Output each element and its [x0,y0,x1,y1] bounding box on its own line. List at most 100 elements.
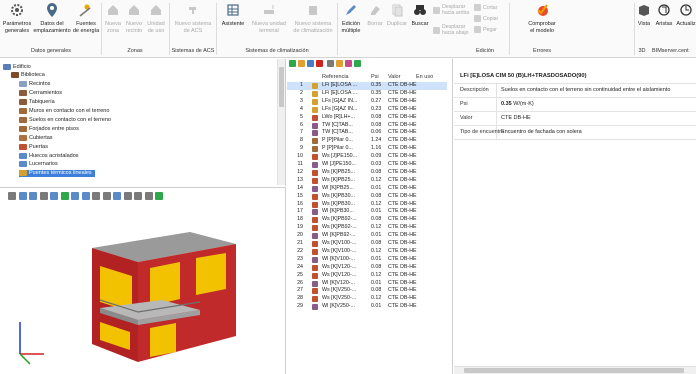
table-row[interactable]: 14 WI [K]PB25... 0.01 CTE DB-HE [287,185,447,193]
tree-item[interactable]: Cubiertas [19,134,53,141]
table-row[interactable]: 13 Ws [K]PB25... 0.12 CTE DB-HE [287,177,447,185]
table-row[interactable]: 22 Ws [K]V100-... 0.12 CTE DB-HE [287,248,447,256]
zoom-icon[interactable] [39,192,48,200]
table-row[interactable]: 11 WI [J]PE150... 0.03 CTE DB-HE [287,161,447,169]
desplazar-abajo-label: Desplazar hacia abajo [442,24,469,36]
tree-item[interactable]: Puentes térmicos lineales [19,169,95,177]
tree-item[interactable]: Lucernarios [19,161,58,168]
asistente-button[interactable]: Asistente [218,1,248,45]
rotate-icon[interactable] [29,192,37,200]
view-side-icon[interactable] [81,192,90,200]
table-row[interactable]: 16 Ws [K]PB30... 0.12 CTE DB-HE [287,201,447,209]
duplicar-button[interactable]: Duplicar [386,1,408,45]
export-icon[interactable] [345,60,352,67]
detail-value-valor[interactable]: CTE DB-HE [501,115,531,121]
detail-hscrollbar-thumb[interactable] [464,368,684,373]
table-row[interactable]: 2 LFi [E]LOSA ... 0.35 CTE DB-HE [287,90,447,98]
edit-icon[interactable] [298,60,305,67]
detail-value-psi[interactable]: 0.35 W/(m·K) [501,101,534,107]
detail-value-descripcion[interactable]: Suelos en contacto con el terreno sin co… [501,87,670,93]
nueva-zona-button[interactable]: Nueva zona [103,1,123,45]
add-icon[interactable] [289,60,296,67]
tree-item[interactable]: Huecos acristalados [19,152,79,159]
table-row[interactable]: 21 Ws [K]V100-... 0.08 CTE DB-HE [287,240,447,248]
table-row[interactable]: 6 TW [C]TAB... 0.08 CTE DB-HE [287,122,447,130]
copiar-button[interactable]: Copiar [474,15,498,22]
row-number: 14 [297,184,303,191]
detail-hscrollbar[interactable] [454,366,696,374]
arrow-down-icon [433,26,440,34]
tree-item[interactable]: Tabiquería [19,99,55,106]
wireframe-icon[interactable] [102,192,111,200]
buscar-button[interactable]: Buscar [409,1,431,45]
table-row[interactable]: 18 Ws [K]PB92-... 0.08 CTE DB-HE [287,216,447,224]
edicion-multiple-button[interactable]: Edición múltiple [338,1,364,45]
aristas-button[interactable]: Aristas [654,1,674,45]
select-icon[interactable] [8,192,16,200]
desplazar-abajo-button[interactable]: Desplazar hacia abajo [433,24,469,36]
delete-icon[interactable] [316,60,323,67]
table-row[interactable]: 3 LFs [G]AZ IN... 0.27 CTE DB-HE [287,98,447,106]
datos-emplazamiento-button[interactable]: Datos del emplazamiento [33,1,71,45]
borrar-button[interactable]: Borrar [365,1,385,45]
tree-item[interactable]: Cerramientos [19,90,62,97]
table-row[interactable]: 27 Ws [K]V250-... 0.08 CTE DB-HE [287,287,447,295]
tree-item[interactable]: Muros en contacto con el terreno [19,108,109,115]
detail-value-tipo-encuentro[interactable]: Encuentro de fachada con solera [501,129,582,135]
table-row[interactable]: 9 P [P]Pilar 0... 1.16 CTE DB-HE [287,145,447,153]
copy-icon[interactable] [307,60,314,67]
refresh-icon[interactable] [354,60,361,67]
actualizar-button[interactable]: Actualiz [676,1,696,45]
nuevo-recinto-button[interactable]: Nuevo recinto [124,1,144,45]
tree-item[interactable]: Puertas [19,143,48,150]
table-row[interactable]: 24 Ws [K]V120-... 0.08 CTE DB-HE [287,264,447,272]
vista-button[interactable]: Vista [636,1,652,45]
table-row[interactable]: 7 TW [C]TAB... 0.06 CTE DB-HE [287,129,447,137]
table-row[interactable]: 19 Ws [K]PB92-... 0.12 CTE DB-HE [287,224,447,232]
table-row[interactable]: 29 WI [K]V250-... 0.01 CTE DB-HE [287,303,447,311]
table-row[interactable]: 12 Ws [K]PB25... 0.08 CTE DB-HE [287,169,447,177]
table-row[interactable]: 25 Ws [K]V120-... 0.12 CTE DB-HE [287,272,447,280]
table-row[interactable]: 1 LFi [E]LOSA ... 0.35 CTE DB-HE [287,82,447,90]
cortar-button[interactable]: Cortar [474,4,497,11]
layers-icon[interactable] [123,192,132,200]
fit-icon[interactable] [60,192,69,200]
view-top-icon[interactable] [92,192,100,200]
zoom-out-icon[interactable] [144,192,153,200]
3d-view[interactable] [0,187,286,374]
table-row[interactable]: 20 WI [K]PB92-... 0.01 CTE DB-HE [287,232,447,240]
table-row[interactable]: 4 LFs [G]AZ IN... 0.23 CTE DB-HE [287,106,447,114]
view-front-icon[interactable] [71,192,79,200]
comprobar-modelo-button[interactable]: Comprobar el modelo [512,1,572,45]
zoom-window-icon[interactable] [50,192,58,200]
unidad-de-uso-button[interactable]: Unidad de uso [145,1,167,45]
table-row[interactable]: 26 WI [K]V120-... 0.01 CTE DB-HE [287,280,447,288]
table-row[interactable]: 10 Ws [J]PE150... 0.09 CTE DB-HE [287,153,447,161]
pegar-button[interactable]: Pegar [474,26,497,33]
zoom-in-icon[interactable] [134,192,142,200]
tree-item[interactable]: Forjados entre pisos [19,125,79,132]
tree-item[interactable]: Suelos en contacto con el terreno [19,116,111,123]
filter-icon[interactable] [327,60,334,67]
pan-icon[interactable] [18,192,27,200]
nueva-unidad-terminal-button[interactable]: Nueva unidad terminal [249,1,289,45]
desplazar-arriba-button[interactable]: Desplazar hacia arriba [433,4,469,16]
tree-item[interactable]: Biblioteca [11,72,45,79]
table-row[interactable]: 15 Ws [K]PB30... 0.08 CTE DB-HE [287,193,447,201]
nuevo-sistema-climatizacion-button[interactable]: Nuevo sistema de climatización [290,1,336,45]
nuevo-sistema-acs-button[interactable]: Nuevo sistema de ACS [171,1,215,45]
tree-scrollbar[interactable] [277,59,285,185]
settings-icon[interactable] [155,192,163,200]
tree-item[interactable]: Recintos [19,81,50,88]
tree-scrollbar-thumb[interactable] [279,67,284,107]
table-row[interactable]: 5 LWo [R]LH+... 0.08 CTE DB-HE [287,114,447,122]
table-row[interactable]: 17 WI [K]PB30... 0.01 CTE DB-HE [287,208,447,216]
table-row[interactable]: 28 Ws [K]V250-... 0.12 CTE DB-HE [287,295,447,303]
table-row[interactable]: 23 WI [K]V100-... 0.01 CTE DB-HE [287,256,447,264]
import-icon[interactable] [336,60,343,67]
parametros-generales-button[interactable]: Parámetros generales [2,1,32,45]
tree-item[interactable]: Edificio [3,63,31,70]
table-row[interactable]: 8 P [P]Pilar 0... 1.24 CTE DB-HE [287,137,447,145]
render-icon[interactable] [113,192,121,200]
fuentes-energia-button[interactable]: Fuentes de energía [72,1,100,45]
